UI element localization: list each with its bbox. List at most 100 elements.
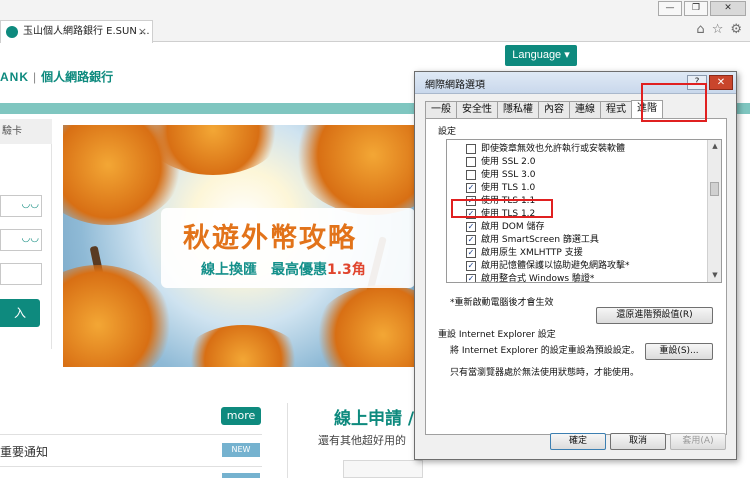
setting-checkbox[interactable]: ✓ xyxy=(466,261,476,271)
login-tab[interactable]: 驗卡 xyxy=(0,119,52,144)
browser-tab[interactable]: 玉山個人網路銀行 E.SUN ... × xyxy=(0,20,153,43)
banner-title: 秋遊外幣攻略 xyxy=(183,223,357,254)
setting-label: 啟用整合式 Windows 驗證* xyxy=(481,274,595,283)
settings-gear-icon[interactable]: ⚙ xyxy=(730,22,742,37)
apply-button[interactable]: 套用(A) xyxy=(670,433,726,450)
setting-label: 啟用原生 XMLHTTP 支援 xyxy=(481,248,583,258)
promo-banner[interactable]: 秋遊外幣攻略 線上換匯 最高優惠1.3角 xyxy=(63,125,423,367)
site-brand[interactable]: ANK | 個人網路銀行 xyxy=(0,68,113,85)
setting-native-xmlhttp[interactable]: ✓ 啟用原生 XMLHTTP 支援 xyxy=(447,247,583,259)
new-badge xyxy=(222,473,260,478)
banner-caption: 秋遊外幣攻略 線上換匯 最高優惠1.3角 xyxy=(161,208,415,288)
setting-checkbox[interactable]: ✓ xyxy=(466,183,476,193)
setting-checkbox[interactable]: ✓ xyxy=(466,235,476,245)
tab-security[interactable]: 安全性 xyxy=(456,101,498,118)
dialog-tabs: 一般 安全性 隱私權 內容 連線 程式 進階 xyxy=(425,100,663,119)
tab-connections[interactable]: 連線 xyxy=(569,101,601,118)
setting-smartscreen[interactable]: ✓ 啟用 SmartScreen 篩選工具 xyxy=(447,234,599,246)
setting-label: 使用 TLS 1.0 xyxy=(481,183,536,193)
scroll-up-arrow-icon[interactable]: ▲ xyxy=(708,140,721,153)
screen: 玉山個人網路銀行 E.SUN ... × — ❐ ✕ ⌂ ☆ ⚙ ANK | 個人網… xyxy=(0,0,750,478)
tab-title: 玉山個人網路銀行 E.SUN ... xyxy=(23,26,150,37)
setting-checkbox[interactable] xyxy=(466,170,476,180)
banner-highlight: 1.3角 xyxy=(327,262,366,278)
setting-label: 啟用記憶體保護以協助避免網路攻擊* xyxy=(481,261,630,271)
column-divider xyxy=(287,403,288,478)
window-controls: — ❐ ✕ xyxy=(658,1,746,16)
autumn-leaves xyxy=(313,285,423,367)
tab-general[interactable]: 一般 xyxy=(425,101,457,118)
reset-button[interactable]: 重設(S)... xyxy=(645,343,713,360)
brand-separator: | xyxy=(33,70,38,84)
setting-label: 使用 SSL 3.0 xyxy=(481,170,536,180)
restore-button[interactable]: ❐ xyxy=(684,1,708,16)
setting-checkbox[interactable] xyxy=(466,157,476,167)
site-favicon-icon xyxy=(6,26,18,38)
restart-note: *重新啟動電腦後才會生效 xyxy=(450,298,554,308)
tls-1-2-highlight xyxy=(451,199,553,218)
new-badge: NEW xyxy=(222,443,260,457)
setting-checkbox[interactable] xyxy=(466,144,476,154)
banner-subtitle: 線上換匯 最高優惠1.3角 xyxy=(201,259,366,279)
online-apply-title[interactable]: 線上申請 / xyxy=(334,404,414,429)
tab-privacy[interactable]: 隱私權 xyxy=(497,101,539,118)
dialog-title: 網際網路選項 xyxy=(425,80,485,91)
favorites-star-icon[interactable]: ☆ xyxy=(712,22,724,37)
setting-label: 使用 SSL 2.0 xyxy=(481,157,536,167)
ok-button[interactable]: 確定 xyxy=(550,433,606,450)
advanced-tab-panel: 設定 即使簽章無效也允許執行或安裝軟體 使用 SSL 2.0 使用 SSL 3.… xyxy=(425,118,727,435)
reset-note: 只有當瀏覽器處於無法使用狀態時，才能使用。 xyxy=(450,368,640,378)
internet-options-dialog: 網際網路選項 ? ✕ 一般 安全性 隱私權 內容 連線 程式 進階 設定 即使簽… xyxy=(414,71,737,460)
reset-description: 將 Internet Explorer 的設定重設為預設設定。 xyxy=(450,346,640,356)
divider xyxy=(0,466,262,467)
tab-close-icon[interactable]: × xyxy=(138,21,147,42)
setting-ssl-2[interactable]: 使用 SSL 2.0 xyxy=(447,156,535,168)
settings-label: 設定 xyxy=(438,127,457,137)
login-button[interactable]: 入 xyxy=(0,299,40,327)
password-input[interactable] xyxy=(0,263,42,285)
advanced-tab-highlight xyxy=(641,83,707,122)
setting-checkbox[interactable]: ✓ xyxy=(466,222,476,232)
setting-label: 啟用 SmartScreen 篩選工具 xyxy=(481,235,599,245)
scroll-down-arrow-icon[interactable]: ▼ xyxy=(708,269,721,282)
minimize-button[interactable]: — xyxy=(658,1,682,16)
brand-logo-text: ANK xyxy=(0,70,29,84)
setting-tls-1-0[interactable]: ✓ 使用 TLS 1.0 xyxy=(447,182,535,194)
tab-programs[interactable]: 程式 xyxy=(600,101,632,118)
cancel-button[interactable]: 取消 xyxy=(610,433,666,450)
setting-unsigned-software[interactable]: 即使簽章無效也允許執行或安裝軟體 xyxy=(447,143,625,155)
visibility-toggle-icon[interactable]: ◡◡ xyxy=(22,233,39,244)
tab-content[interactable]: 內容 xyxy=(538,101,570,118)
dialog-close-button[interactable]: ✕ xyxy=(709,75,733,90)
notice-item[interactable]: 重要通知 xyxy=(0,443,48,460)
username-input[interactable]: ◡◡ xyxy=(0,229,42,251)
restore-advanced-defaults-button[interactable]: 還原進階預設值(R) xyxy=(596,307,713,324)
more-button[interactable]: more xyxy=(221,407,261,425)
online-apply-subtitle: 還有其他超好用的 xyxy=(318,434,406,447)
banner-subtitle-text: 線上換匯 最高優惠 xyxy=(201,262,327,278)
setting-dom-storage[interactable]: ✓ 啟用 DOM 儲存 xyxy=(447,221,545,233)
autumn-leaves xyxy=(183,325,303,367)
id-input[interactable]: ◡◡ xyxy=(0,195,42,217)
visibility-toggle-icon[interactable]: ◡◡ xyxy=(22,199,39,210)
setting-label: 即使簽章無效也允許執行或安裝軟體 xyxy=(481,144,626,154)
apply-card[interactable] xyxy=(343,460,423,478)
setting-memory-protection[interactable]: ✓ 啟用記憶體保護以協助避免網路攻擊* xyxy=(447,260,630,272)
login-panel: 驗卡 ◡◡ ◡◡ 入 xyxy=(0,119,52,349)
divider xyxy=(0,434,262,435)
setting-checkbox[interactable]: ✓ xyxy=(466,274,476,282)
reset-group-label: 重設 Internet Explorer 設定 xyxy=(438,330,556,340)
brand-subtitle: 個人網路銀行 xyxy=(41,70,114,84)
scrollbar-thumb[interactable] xyxy=(710,182,719,196)
autumn-leaves xyxy=(293,125,423,215)
language-button[interactable]: Language ▾ xyxy=(505,45,577,66)
setting-windows-auth[interactable]: ✓ 啟用整合式 Windows 驗證* xyxy=(447,273,595,283)
autumn-leaves xyxy=(63,265,173,367)
home-icon[interactable]: ⌂ xyxy=(696,22,704,37)
close-window-button[interactable]: ✕ xyxy=(710,1,746,16)
settings-scrollbar[interactable]: ▲ ▼ xyxy=(707,140,721,282)
setting-ssl-3[interactable]: 使用 SSL 3.0 xyxy=(447,169,535,181)
setting-checkbox[interactable]: ✓ xyxy=(466,248,476,258)
setting-label: 啟用 DOM 儲存 xyxy=(481,222,545,232)
toolbar-icons: ⌂ ☆ ⚙ xyxy=(696,22,742,37)
